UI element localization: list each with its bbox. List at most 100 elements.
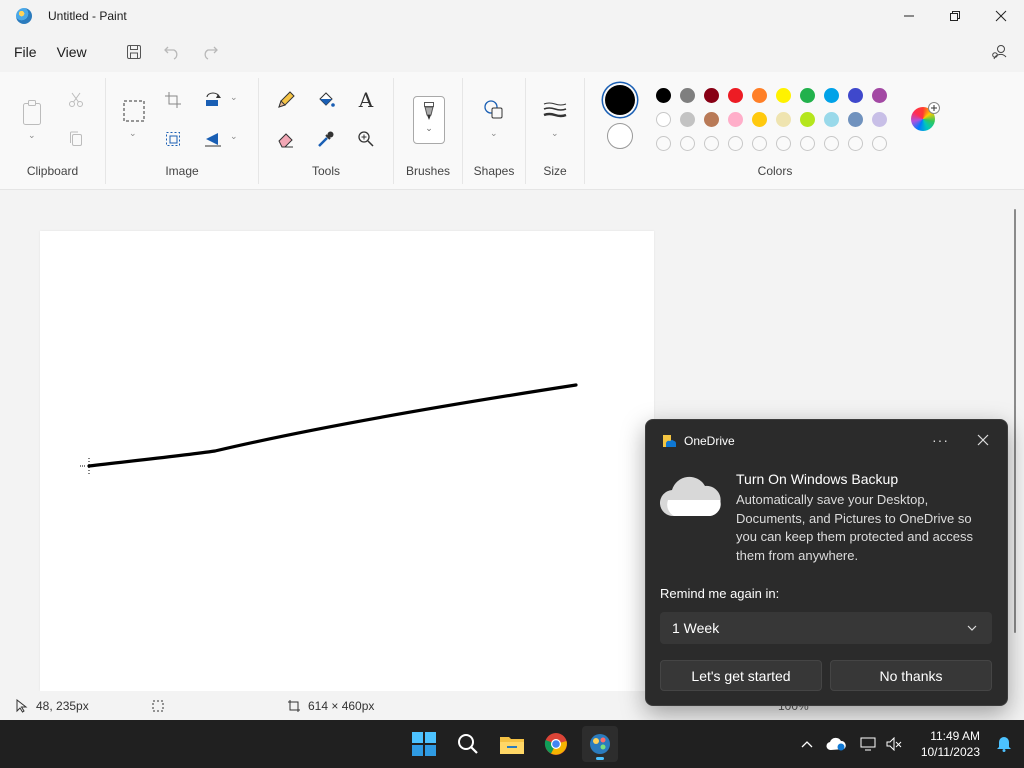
cut-button[interactable] — [62, 86, 90, 114]
drawing-canvas[interactable] — [40, 231, 654, 691]
start-button[interactable] — [406, 726, 442, 762]
canvas-dimensions: 614 × 460px — [308, 698, 375, 713]
palette-swatch[interactable] — [872, 112, 887, 127]
close-button[interactable] — [978, 0, 1024, 32]
palette-swatch[interactable] — [728, 88, 743, 103]
palette-swatch[interactable] — [800, 88, 815, 103]
display-tray-button[interactable] — [854, 720, 882, 768]
volume-tray-button[interactable] — [882, 720, 906, 768]
vertical-scrollbar[interactable] — [1014, 209, 1016, 633]
taskbar-search-button[interactable] — [450, 726, 486, 762]
window-controls — [886, 0, 1024, 32]
custom-color-slot[interactable] — [656, 136, 671, 151]
size-label: Size — [543, 164, 567, 178]
custom-color-slot[interactable] — [872, 136, 887, 151]
palette-swatch[interactable] — [872, 88, 887, 103]
clock[interactable]: 11:49 AM 10/11/2023 — [921, 728, 980, 760]
restore-button[interactable] — [932, 0, 978, 32]
palette-swatch[interactable] — [776, 112, 791, 127]
edit-colors-button[interactable] — [911, 102, 940, 131]
palette-swatch[interactable] — [848, 112, 863, 127]
paste-chevron-icon[interactable]: ⌄ — [28, 130, 36, 141]
clock-date: 10/11/2023 — [920, 745, 980, 759]
size-chevron-icon[interactable]: ⌄ — [551, 128, 559, 139]
select-chevron-icon[interactable]: ⌄ — [129, 128, 137, 139]
size-button[interactable] — [541, 96, 569, 124]
select-button[interactable] — [119, 96, 149, 126]
remind-dropdown[interactable]: 1 Week — [660, 612, 992, 644]
palette-swatch[interactable] — [656, 112, 671, 127]
clock-time: 11:49 AM — [930, 729, 980, 743]
palette-swatch[interactable] — [824, 112, 839, 127]
toast-close-button[interactable] — [977, 430, 989, 451]
magnifier-button[interactable] — [352, 125, 380, 153]
shapes-group: ⌄ Shapes — [463, 72, 525, 190]
menu-view[interactable]: View — [47, 32, 97, 72]
color-picker-button[interactable] — [312, 125, 340, 153]
save-button[interactable] — [115, 32, 153, 72]
custom-color-slot[interactable] — [848, 136, 863, 151]
onedrive-tray-button[interactable] — [818, 720, 854, 768]
file-explorer-button[interactable] — [494, 726, 530, 762]
no-thanks-button[interactable]: No thanks — [830, 660, 992, 691]
monitor-icon — [860, 737, 876, 751]
secondary-color-swatch[interactable] — [607, 123, 633, 149]
close-icon — [995, 10, 1007, 22]
flip-chevron-icon[interactable]: ⌄ — [230, 131, 238, 142]
rotate-button[interactable] — [199, 86, 227, 114]
menu-file[interactable]: File — [4, 32, 47, 72]
save-icon — [126, 45, 141, 59]
brushes-button[interactable]: ⌄ — [413, 96, 445, 144]
pencil-button[interactable] — [272, 86, 300, 114]
paint-taskbar-button[interactable] — [582, 726, 618, 762]
colors-label: Colors — [757, 164, 793, 178]
lets-get-started-button[interactable]: Let's get started — [660, 660, 822, 691]
resize-icon — [166, 132, 180, 146]
palette-swatch[interactable] — [704, 88, 719, 103]
more-options-button[interactable]: ··· — [932, 432, 949, 448]
custom-color-slot[interactable] — [728, 136, 743, 151]
shapes-chevron-icon[interactable]: ⌄ — [490, 128, 498, 139]
palette-swatch[interactable] — [656, 88, 671, 103]
crop-button[interactable] — [159, 86, 187, 114]
palette-swatch[interactable] — [680, 112, 695, 127]
clipboard-group: ⌄ Clipboard — [0, 72, 105, 190]
notifications-button[interactable] — [996, 734, 1012, 755]
custom-color-slot[interactable] — [824, 136, 839, 151]
chrome-button[interactable] — [538, 726, 574, 762]
redo-button[interactable] — [191, 32, 229, 72]
copy-button[interactable] — [62, 125, 90, 153]
palette-swatch[interactable] — [776, 88, 791, 103]
palette-swatch[interactable] — [680, 88, 695, 103]
shapes-button[interactable] — [480, 96, 508, 124]
palette-swatch[interactable] — [824, 88, 839, 103]
custom-color-slot[interactable] — [800, 136, 815, 151]
palette-swatch[interactable] — [752, 112, 767, 127]
flip-button[interactable] — [199, 125, 227, 153]
minimize-button[interactable] — [886, 0, 932, 32]
custom-color-slot[interactable] — [680, 136, 695, 151]
search-icon — [458, 734, 478, 754]
custom-color-slot[interactable] — [776, 136, 791, 151]
copy-icon — [70, 131, 82, 146]
active-app-indicator — [596, 757, 604, 760]
palette-swatch[interactable] — [728, 112, 743, 127]
primary-color-swatch[interactable] — [605, 85, 635, 115]
resize-button[interactable] — [159, 125, 187, 153]
text-button[interactable]: A — [352, 86, 380, 114]
settings-button[interactable] — [984, 32, 1014, 72]
custom-color-slot[interactable] — [752, 136, 767, 151]
eraser-button[interactable] — [272, 125, 300, 153]
show-hidden-icons-button[interactable] — [796, 720, 818, 768]
palette-swatch[interactable] — [752, 88, 767, 103]
palette-swatch[interactable] — [800, 112, 815, 127]
fill-button[interactable] — [312, 86, 340, 114]
palette-swatch[interactable] — [848, 88, 863, 103]
rotate-chevron-icon[interactable]: ⌄ — [230, 92, 238, 103]
paste-button[interactable] — [18, 96, 46, 130]
custom-color-slot[interactable] — [704, 136, 719, 151]
palette-swatch[interactable] — [704, 112, 719, 127]
bell-icon — [997, 737, 1011, 752]
undo-button[interactable] — [153, 32, 191, 72]
magnifier-icon — [358, 131, 374, 147]
